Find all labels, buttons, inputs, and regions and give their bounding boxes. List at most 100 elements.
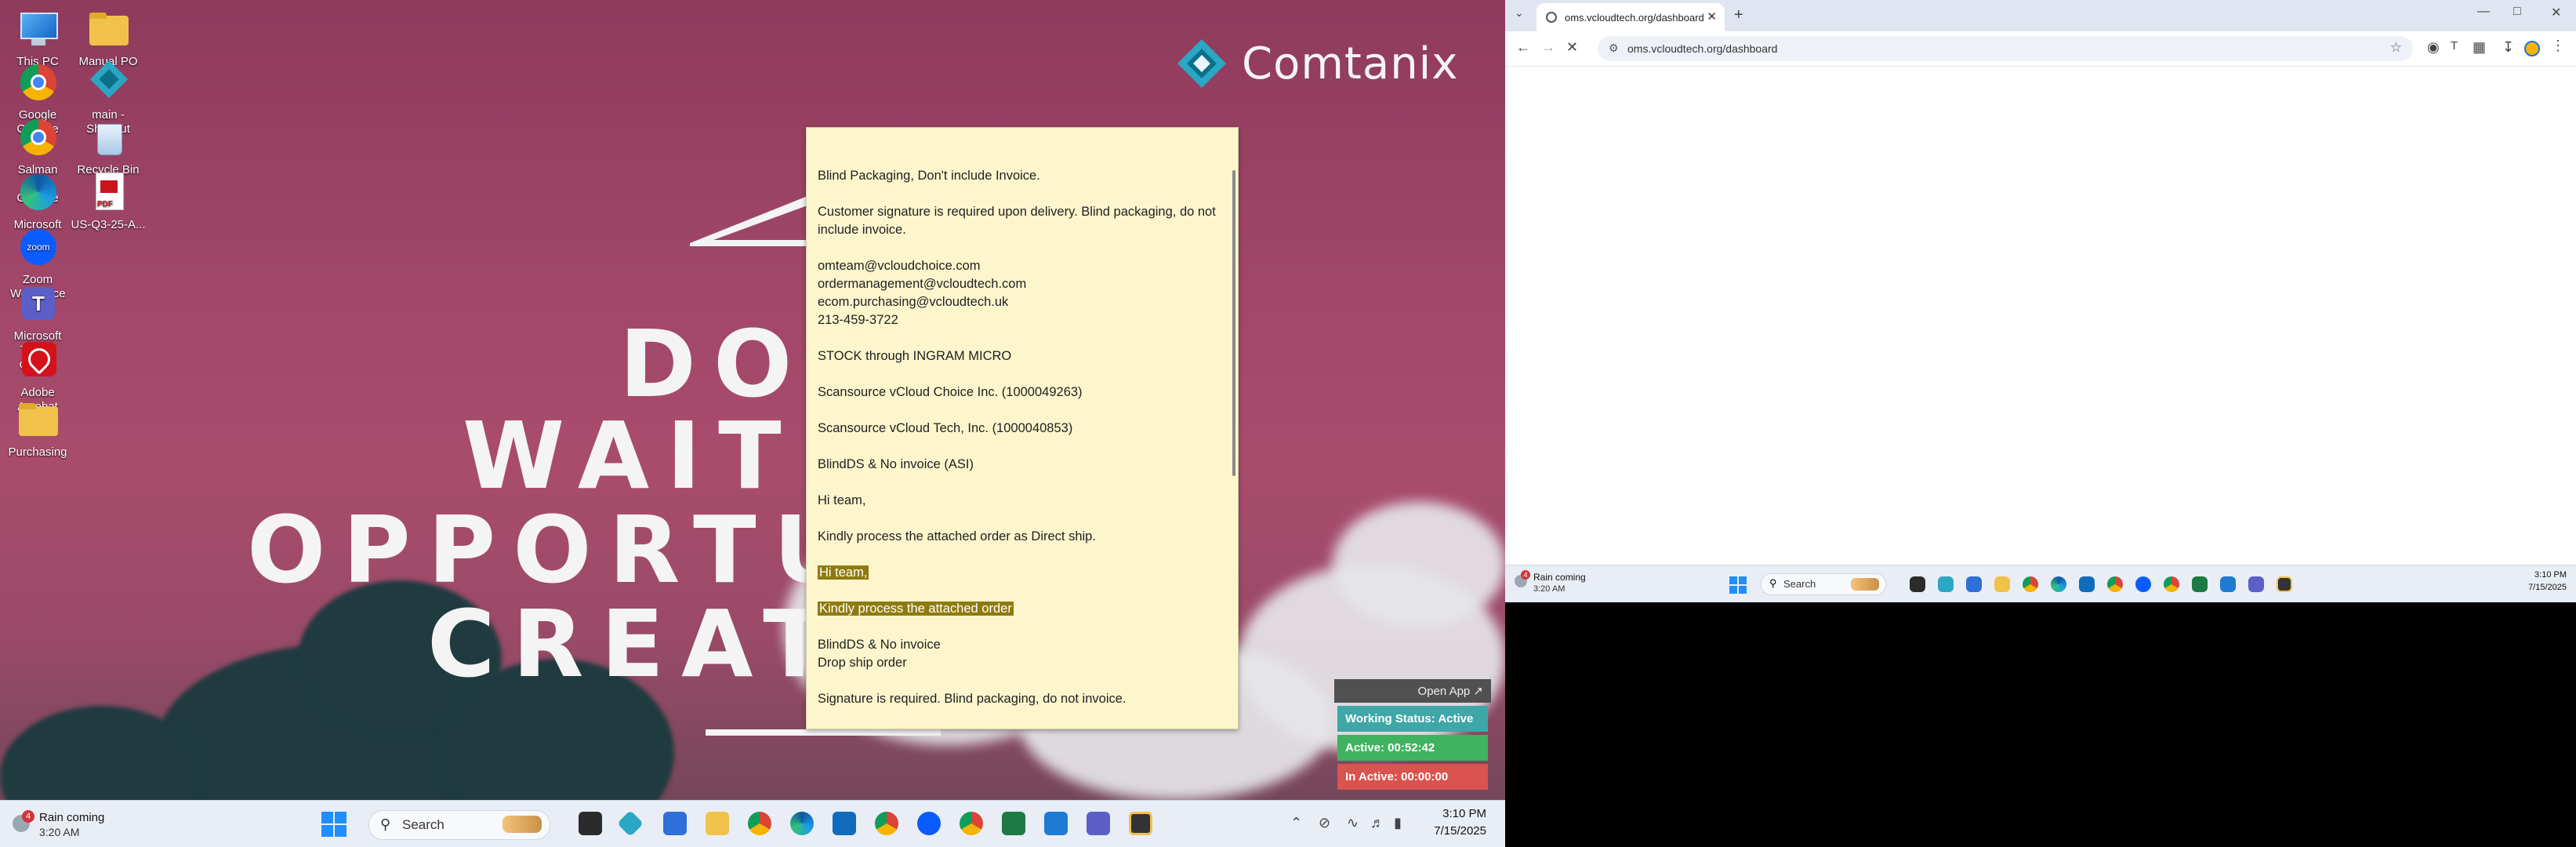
address-bar[interactable]: ⚙ oms.vcloudtech.org/dashboard ☆ (1598, 36, 2413, 61)
extensions-puzzle-icon[interactable]: ▦ (2473, 39, 2486, 56)
taskbar-search-box[interactable]: ⚲ Search (368, 810, 550, 840)
folder-icon (16, 398, 60, 442)
snipping-tool-icon[interactable] (1044, 812, 1068, 835)
clock-date[interactable]: 7/15/2025 (2528, 583, 2567, 592)
brand-logo: Comtanix (1176, 38, 1458, 89)
chrome-profile-icon[interactable] (2164, 576, 2179, 592)
task-view-icon[interactable] (1910, 576, 1925, 592)
zoom-taskbar-icon[interactable] (2135, 576, 2151, 592)
zoom-taskbar-icon[interactable] (917, 812, 941, 835)
minimize-icon[interactable]: — (2477, 5, 2490, 19)
sticky-note-body[interactable]: Blind Packaging, Don't include Invoice. … (818, 167, 1217, 726)
weather-widget[interactable]: 4 Rain coming 3:20 AM (1513, 569, 1623, 600)
desktop-icon-purchasing[interactable]: Purchasing (0, 398, 75, 460)
chrome-taskbar-icon[interactable] (748, 812, 771, 835)
stop-loading-icon[interactable]: ✕ (1566, 39, 1578, 56)
start-button[interactable] (321, 812, 346, 837)
desktop-icon-label: Purchasing (8, 445, 67, 459)
highlighted-text: Kindly process the attached order (818, 602, 1014, 616)
search-icon: ⚲ (1769, 577, 1777, 589)
search-placeholder: Search (402, 817, 444, 832)
excel-icon[interactable] (1002, 812, 1025, 835)
maximize-icon[interactable]: □ (2513, 5, 2521, 19)
task-view-icon[interactable] (579, 812, 602, 835)
note-paragraph: omteam@vcloudchoice.com ordermanagement@… (818, 259, 1027, 327)
snipping-tool-icon[interactable] (2220, 576, 2236, 592)
weather-widget[interactable]: 4 Rain coming 3:20 AM (11, 807, 136, 842)
edge-icon (16, 171, 60, 215)
chevron-up-icon[interactable]: ⌃ (1290, 815, 1302, 831)
weather-title: Rain coming (39, 811, 105, 824)
teams-icon: T (16, 282, 60, 326)
page-content-blank[interactable] (1505, 67, 2576, 565)
chrome-taskbar-icon[interactable] (2023, 576, 2038, 592)
edge-taskbar-icon[interactable] (790, 812, 814, 835)
weather-time: 3:20 AM (1533, 584, 1566, 594)
comtanix-app-icon[interactable] (1938, 576, 1954, 592)
tab-close-icon[interactable]: ✕ (1707, 9, 1717, 24)
clock-time[interactable]: 3:10 PM (1411, 807, 1486, 820)
calculator-icon[interactable] (663, 812, 687, 835)
text-extension-icon[interactable]: T (2451, 39, 2458, 53)
wifi-icon[interactable]: ∿ (1347, 815, 1359, 831)
edge-taskbar-icon[interactable] (2051, 576, 2066, 592)
note-paragraph: BlindDS & No invoice (ASI) (818, 457, 974, 471)
windows-logo-icon (321, 812, 346, 837)
note-paragraph: Kindly process the attached order as Dir… (818, 529, 1096, 543)
clock-date[interactable]: 7/15/2025 (1411, 824, 1486, 838)
outlook-icon[interactable] (2079, 576, 2095, 592)
taskbar-left: 4 Rain coming 3:20 AM ⚲ Search ⌃ ⊘ ∿ ♬ ▮… (0, 800, 1505, 847)
menu-dots-icon[interactable]: ⋮ (2551, 38, 2565, 54)
network-status-icon[interactable]: ⊘ (1319, 815, 1330, 831)
note-paragraph: Customer signature is required upon deli… (818, 205, 1216, 237)
file-explorer-icon[interactable] (1994, 576, 2010, 592)
wallpaper-arrow-shape (690, 196, 807, 246)
note-scrollbar[interactable] (1232, 170, 1235, 476)
browser-tab-strip: ⌄ oms.vcloudtech.org/dashboard ✕ + — □ ✕ (1505, 0, 2576, 31)
sticky-note-window[interactable]: Blind Packaging, Don't include Invoice. … (806, 127, 1239, 729)
extension-icon[interactable]: ◉ (2427, 39, 2440, 56)
calculator-icon[interactable] (1966, 576, 1982, 592)
bookmark-star-icon[interactable]: ☆ (2390, 40, 2402, 56)
window-close-icon[interactable]: ✕ (2551, 5, 2561, 20)
desktop-icon-label: US-Q3-25-A... (71, 218, 146, 231)
outlook-icon[interactable] (833, 812, 856, 835)
desktop-icon-recycle-bin[interactable]: Recycle Bin (71, 116, 146, 177)
profile-avatar[interactable] (2524, 41, 2540, 56)
weather-badge: 4 (1521, 570, 1530, 580)
teams-taskbar-icon[interactable] (2248, 576, 2264, 592)
volume-icon[interactable]: ♬ (1370, 815, 1384, 831)
sticky-notes-icon[interactable] (2277, 576, 2292, 592)
taskbar-search-box[interactable]: ⚲ Search (1761, 573, 1886, 595)
desktop-icon-pdf-file[interactable]: PDF US-Q3-25-A... (71, 171, 146, 232)
chrome-profile-icon[interactable] (960, 812, 983, 835)
desktop-icon-this-pc[interactable]: This PC (0, 8, 75, 69)
zoom-icon: zoom (16, 226, 60, 270)
right-browser-screen: ⌄ oms.vcloudtech.org/dashboard ✕ + — □ ✕… (1505, 0, 2576, 603)
sticky-notes-icon[interactable] (1129, 812, 1152, 835)
battery-icon[interactable]: ▮ (1394, 815, 1402, 831)
recycle-bin-icon (86, 116, 130, 160)
new-tab-icon[interactable]: + (1734, 6, 1743, 24)
open-app-button[interactable]: Open App ↗ (1334, 679, 1491, 703)
comtanix-app-icon[interactable] (617, 810, 644, 837)
clock-time[interactable]: 3:10 PM (2534, 570, 2567, 580)
site-info-icon[interactable]: ⚙ (1609, 42, 1619, 55)
start-button[interactable] (1729, 576, 1747, 594)
brand-name: Comtanix (1242, 38, 1459, 89)
teams-taskbar-icon[interactable] (1087, 812, 1110, 835)
excel-icon[interactable] (2192, 576, 2208, 592)
pdf-icon: PDF (86, 171, 130, 215)
note-paragraph: Scansource vCloud Tech, Inc. (1000040853… (818, 421, 1073, 435)
chrome-profile-icon[interactable] (2107, 576, 2123, 592)
file-explorer-icon[interactable] (706, 812, 729, 835)
address-url: oms.vcloudtech.org/dashboard (1627, 42, 1778, 55)
back-icon[interactable]: ← (1516, 39, 1530, 56)
browser-tab[interactable]: oms.vcloudtech.org/dashboard ✕ (1537, 3, 1725, 31)
tab-search-chevron-icon[interactable]: ⌄ (1515, 6, 1524, 20)
forward-icon[interactable]: → (1541, 39, 1555, 56)
browser-toolbar: ← → ✕ ⚙ oms.vcloudtech.org/dashboard ☆ ◉… (1505, 31, 2576, 67)
download-icon[interactable]: ↧ (2502, 39, 2514, 56)
chrome-icon (16, 116, 60, 160)
chrome-profile-icon[interactable] (875, 812, 898, 835)
